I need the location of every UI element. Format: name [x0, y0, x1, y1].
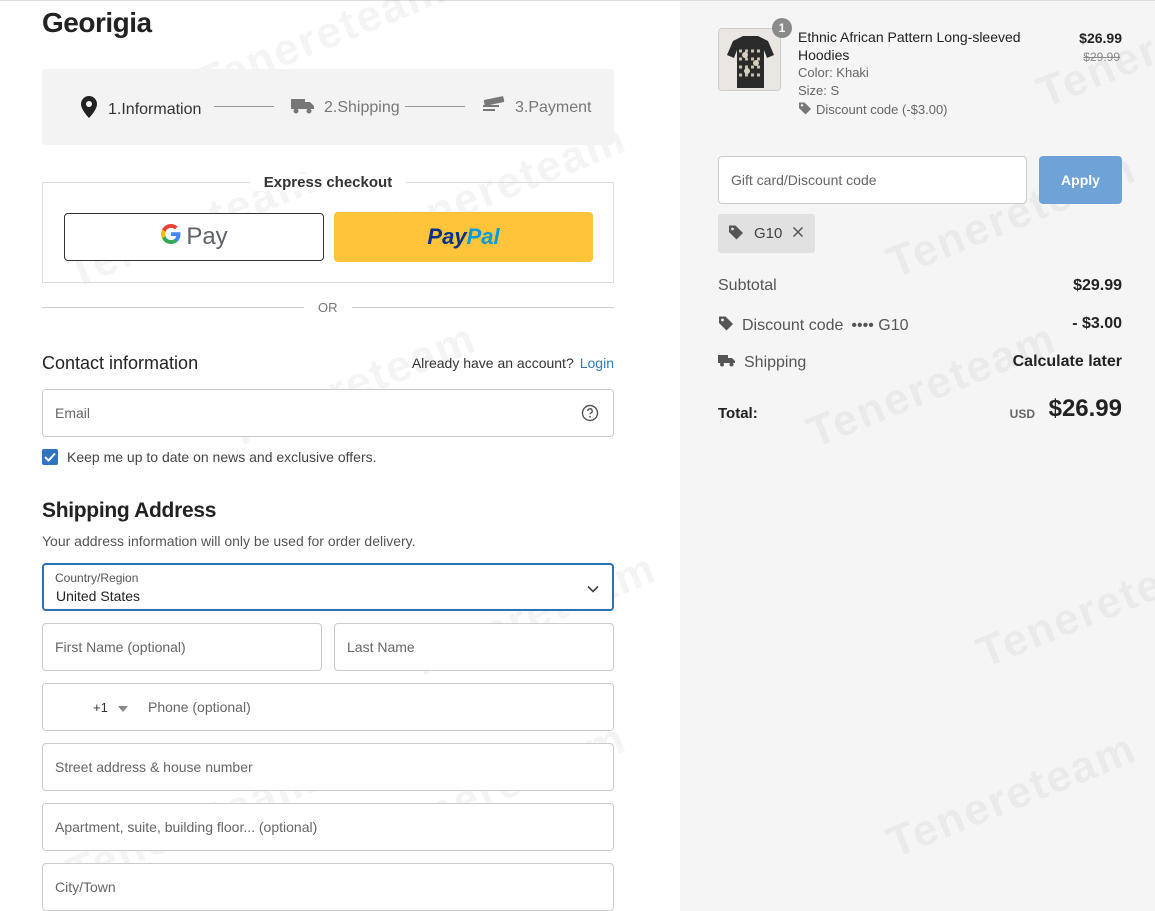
payment-icon [481, 95, 507, 120]
street-address-input[interactable] [43, 744, 613, 790]
truck-icon [290, 95, 316, 120]
first-name-field[interactable] [42, 623, 322, 671]
step-label: 1.Information [108, 100, 202, 118]
applied-code-chip: G10 [718, 214, 815, 253]
discount-code-input[interactable] [719, 157, 1026, 203]
discount-row: Discount code •••• G10 - $3.00 [718, 315, 1122, 337]
truck-icon [718, 353, 736, 372]
product-color: Color: Khaki [798, 65, 869, 80]
paypal-logo-part2: Pal [466, 224, 500, 249]
newsletter-label: Keep me up to date on news and exclusive… [67, 449, 377, 465]
google-g-icon [160, 223, 182, 252]
express-checkout-title: Express checkout [43, 174, 613, 192]
subtotal-value: $29.99 [1073, 277, 1122, 294]
phone-country-code-select[interactable]: +1 [93, 700, 128, 715]
street-address-field[interactable] [42, 743, 614, 791]
or-text: OR [318, 300, 338, 315]
total-value: $26.99 [1048, 395, 1122, 422]
discount-label: Discount code [742, 316, 844, 334]
discount-label-group: Discount code •••• G10 [718, 315, 908, 336]
google-pay-label: Pay [186, 223, 228, 250]
tag-icon [798, 101, 812, 118]
product-discount: Discount code (-$3.00) [798, 101, 948, 118]
checkout-form-panel: Tenereteam Tenereteam Tenereteam Teneret… [0, 0, 680, 911]
phone-field[interactable]: +1 [42, 683, 614, 731]
shipping-address-title: Shipping Address [42, 499, 217, 522]
location-pin-icon [78, 95, 100, 124]
shipping-row: Shipping Calculate later [718, 353, 1122, 375]
close-icon[interactable] [792, 225, 804, 242]
caret-down-icon [117, 700, 128, 715]
help-icon[interactable] [581, 404, 599, 427]
apartment-field[interactable] [42, 803, 614, 851]
country-value: United States [56, 588, 141, 604]
phone-input[interactable] [136, 684, 606, 730]
tag-icon [718, 315, 734, 336]
watermark: Tenereteam [880, 723, 1143, 868]
step-label: 3.Payment [515, 98, 592, 116]
divider-line [42, 307, 304, 308]
order-summary-panel: Tenereteam Tenereteam Tenereteam Teneret… [680, 0, 1155, 911]
tag-icon [728, 224, 744, 244]
google-pay-button[interactable]: Pay [64, 213, 324, 261]
store-name[interactable]: Georigia [42, 7, 152, 39]
newsletter-checkbox[interactable] [42, 449, 58, 465]
checkout-steps: 1.Information 2.Shipping 3.Payment [42, 69, 614, 145]
total-label: Total: [718, 405, 758, 422]
apply-button[interactable]: Apply [1039, 156, 1122, 204]
shipping-address-subtitle: Your address information will only be us… [42, 533, 416, 549]
subtotal-label: Subtotal [718, 277, 777, 294]
discount-value: - $3.00 [1072, 315, 1122, 332]
email-field[interactable] [42, 389, 614, 437]
total-currency: USD [1009, 407, 1035, 421]
product-discount-text: Discount code (-$3.00) [816, 102, 948, 117]
applied-code-text: G10 [754, 225, 783, 242]
first-name-input[interactable] [43, 624, 321, 670]
product-price: $26.99 [1079, 30, 1122, 46]
contact-information-title: Contact information [42, 353, 199, 373]
chevron-down-icon [586, 581, 600, 599]
subtotal-row: Subtotal $29.99 [718, 277, 1122, 299]
city-field[interactable] [42, 863, 614, 911]
city-input[interactable] [43, 864, 613, 910]
phone-code: +1 [93, 700, 108, 715]
paypal-logo-part1: Pay [427, 224, 467, 249]
express-checkout-box: Express checkout Pay Pay Pal [42, 174, 614, 283]
login-prompt: Already have an account? Login [412, 355, 614, 371]
apartment-input[interactable] [43, 804, 613, 850]
last-name-field[interactable] [334, 623, 614, 671]
divider-line [352, 307, 614, 308]
step-label: 2.Shipping [324, 98, 400, 116]
step-payment: 3.Payment [481, 95, 591, 120]
watermark: Tenereteam [970, 533, 1155, 678]
step-shipping: 2.Shipping [290, 95, 400, 120]
shipping-label: Shipping [744, 353, 807, 371]
product-name: Ethnic African Pattern Long-sleeved Hood… [798, 29, 1021, 63]
login-link[interactable]: Login [580, 355, 614, 371]
newsletter-row: Keep me up to date on news and exclusive… [42, 449, 377, 465]
email-input[interactable] [43, 390, 613, 436]
paypal-button[interactable]: Pay Pal [334, 212, 593, 262]
step-connector [214, 106, 274, 107]
product-size: Size: S [798, 83, 840, 98]
discount-code-display: •••• G10 [851, 316, 909, 334]
step-information[interactable]: 1.Information [78, 95, 201, 124]
country-label: Country/Region [55, 571, 139, 585]
discount-code-field[interactable] [718, 156, 1027, 204]
step-connector [405, 106, 465, 107]
shipping-label-group: Shipping [718, 353, 806, 372]
country-select[interactable]: Country/Region United States [42, 563, 614, 611]
last-name-input[interactable] [335, 624, 613, 670]
or-divider: OR [42, 299, 614, 317]
quantity-badge: 1 [772, 18, 792, 38]
product-thumbnail [718, 28, 781, 91]
shipping-value: Calculate later [1012, 353, 1122, 370]
account-prompt-text: Already have an account? [411, 355, 574, 371]
product-original-price: $29.99 [1083, 50, 1120, 64]
